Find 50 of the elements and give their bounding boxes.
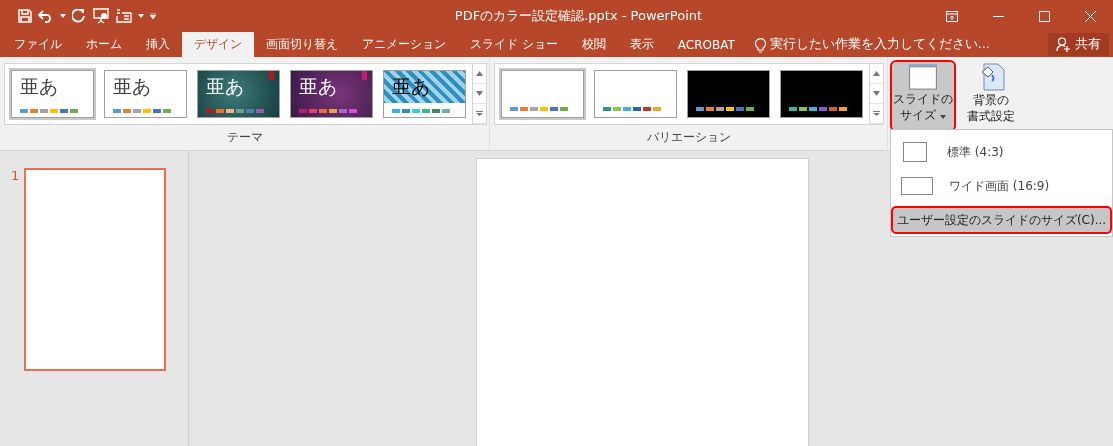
caret-icon[interactable] xyxy=(60,14,66,18)
bookmark-tag xyxy=(362,71,367,80)
variation-thumbnail[interactable] xyxy=(592,68,679,120)
ribbon-tab[interactable]: 挿入 xyxy=(134,32,182,57)
variation-thumbnail[interactable] xyxy=(499,68,586,120)
tell-me-field[interactable]: 実行したい作業を入力してください... xyxy=(769,36,990,53)
ribbon-tab[interactable]: アニメーション xyxy=(350,32,458,57)
theme-thumbnail[interactable]: 亜あ xyxy=(288,68,375,120)
ribbon-tab[interactable]: 校閲 xyxy=(569,32,618,57)
menu-item[interactable]: 標準 (4:3) xyxy=(891,138,1112,166)
ribbon-tab[interactable]: ファイル xyxy=(2,32,74,57)
undo-icon[interactable] xyxy=(38,9,54,23)
theme-thumbnail[interactable]: 亜あ xyxy=(102,68,189,120)
group-label: バリエーション xyxy=(645,129,732,146)
theme-sample-text: 亜あ xyxy=(20,75,59,97)
menu-item[interactable]: ユーザー設定のスライドのサイズ(C)... xyxy=(891,206,1112,234)
theme-sample-text: 亜あ xyxy=(299,75,338,97)
slide-size-button[interactable]: スライドの サイズ xyxy=(890,60,956,132)
window-title: PDFのカラー設定確認.pptx - PowerPoint xyxy=(453,7,704,25)
theme-thumbnail[interactable]: 亜あ xyxy=(195,68,282,120)
caret-icon[interactable] xyxy=(138,14,144,18)
add-person-icon xyxy=(1056,37,1071,52)
variation-thumbnail[interactable] xyxy=(778,68,865,120)
group-label: テーマ xyxy=(225,129,264,146)
theme-sample-text: 亜あ xyxy=(113,75,152,97)
slide-size-icon xyxy=(907,64,939,91)
ribbon-tab[interactable]: ホーム xyxy=(74,32,134,57)
slide-thumbnail[interactable] xyxy=(24,168,167,371)
ribbon-tab[interactable]: 画面切り替え xyxy=(254,32,350,57)
ribbon-tab[interactable]: ACROBAT xyxy=(665,32,747,57)
presentation-icon[interactable] xyxy=(92,8,110,24)
lightbulb-icon xyxy=(754,36,766,53)
ribbon-tab[interactable]: スライド ショー xyxy=(458,32,570,57)
share-button[interactable]: 共有 xyxy=(1048,33,1109,56)
ribbon-tab[interactable]: 表示 xyxy=(617,32,666,57)
customize-icon[interactable] xyxy=(150,13,156,19)
square-slide-icon xyxy=(903,142,927,162)
caret-icon xyxy=(939,115,946,119)
repeat-icon[interactable] xyxy=(72,9,86,23)
theme-thumbnail[interactable]: 亜あ xyxy=(9,68,96,120)
menu-item[interactable]: ワイド画面 (16:9) xyxy=(891,172,1112,200)
wide-slide-icon xyxy=(901,177,933,195)
save-icon[interactable] xyxy=(18,9,32,23)
format-background-button[interactable]: 背景の 書式設定 xyxy=(958,60,1024,132)
slide-number: 1 xyxy=(11,168,20,185)
theme-sample-text: 亜あ xyxy=(206,75,245,97)
ribbon-tab[interactable]: デザイン xyxy=(182,32,254,57)
layout-icon[interactable] xyxy=(116,9,132,23)
variation-thumbnail[interactable] xyxy=(685,68,772,120)
bookmark-tag xyxy=(269,71,274,80)
